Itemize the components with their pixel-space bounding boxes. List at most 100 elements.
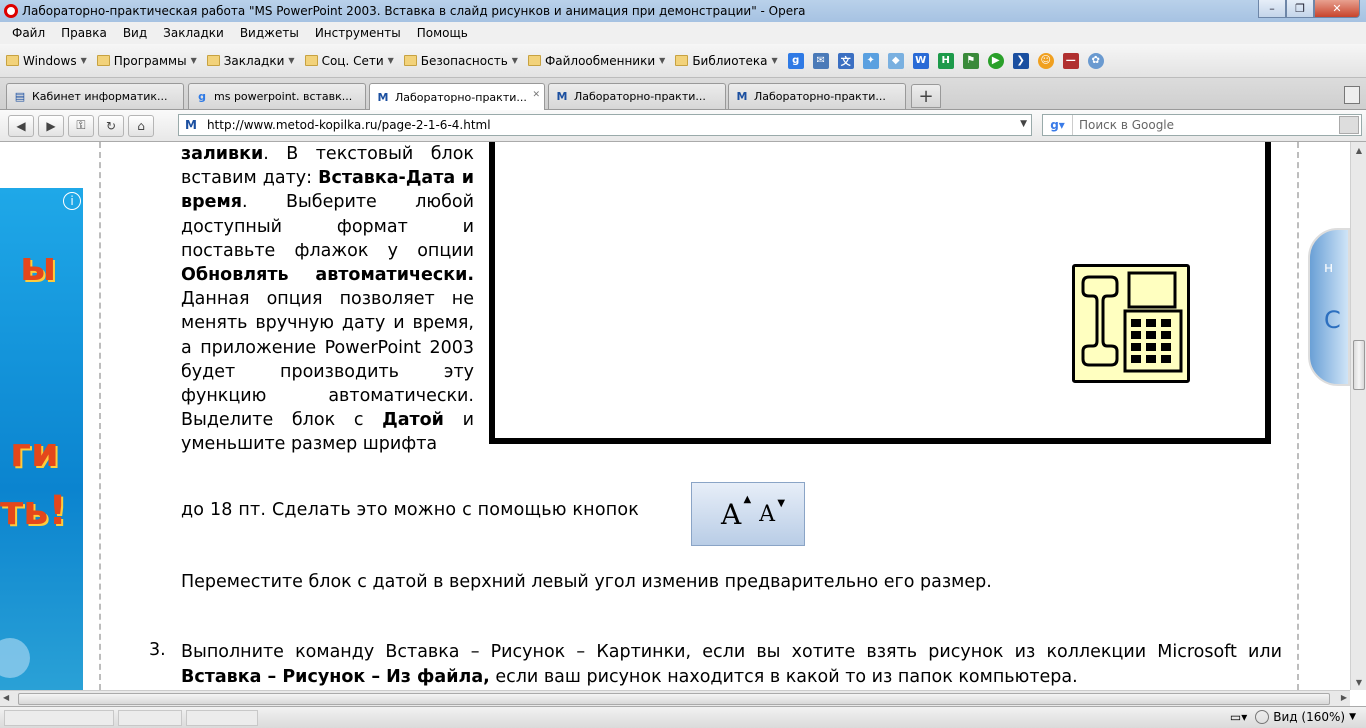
move-block-instruction: Переместите блок с датой в верхний левый… <box>181 572 992 592</box>
google-icon: g <box>198 90 206 103</box>
forward-button[interactable]: ▶ <box>38 114 64 137</box>
vertical-scrollbar[interactable]: ▲ ▼ <box>1350 142 1366 690</box>
horizontal-scrollbar[interactable]: ◀ ▶ <box>0 690 1350 706</box>
navigation-bar: ◀ ▶ ⚿ ↻ ⌂ M http://www.metod-kopilka.ru/… <box>0 110 1366 142</box>
page-content: i ы ги ть! заливки. В текстовый блок вст… <box>0 142 1350 690</box>
status-bar: ▭▾ Вид (160%) ▼ <box>0 706 1366 728</box>
minimize-button[interactable]: – <box>1258 0 1286 18</box>
bookmark-folder-social[interactable]: Соц. Сети ▼ <box>304 54 394 68</box>
maximize-button[interactable]: ❐ <box>1286 0 1314 18</box>
document-icon: ▤ <box>14 90 26 103</box>
horizontal-scroll-thumb[interactable] <box>18 693 1330 705</box>
window-titlebar: Лабораторно-практическая работа "MS Powe… <box>0 0 1366 22</box>
folder-icon <box>675 55 689 66</box>
h-bookmark-icon[interactable]: H <box>937 52 954 69</box>
menu-edit[interactable]: Правка <box>61 26 107 40</box>
arrow-bookmark-icon[interactable]: ❯ <box>1012 52 1029 69</box>
folder-icon <box>403 55 417 66</box>
tab-bar: ▤ Кабинет информатик... g ms powerpoint.… <box>0 78 1366 110</box>
reload-button[interactable]: ↻ <box>98 114 124 137</box>
scroll-down-icon[interactable]: ▼ <box>1351 674 1366 690</box>
back-button[interactable]: ◀ <box>8 114 34 137</box>
mail-bookmark-icon[interactable]: ✉ <box>812 52 829 69</box>
bookmark-folder-library[interactable]: Библиотека ▼ <box>675 54 778 68</box>
left-dashed-border <box>99 142 101 690</box>
dropdown-arrow-icon: ▼ <box>190 56 197 65</box>
flower-bookmark-icon[interactable]: ✿ <box>1087 52 1104 69</box>
vertical-scroll-thumb[interactable] <box>1353 340 1365 390</box>
play-bookmark-icon[interactable]: ▶ <box>987 52 1004 69</box>
metod-kopilka-icon: M <box>556 90 568 103</box>
line-bookmark-icon[interactable]: — <box>1062 52 1079 69</box>
word-bookmark-icon[interactable]: W <box>912 52 929 69</box>
home-button[interactable]: ⌂ <box>128 114 154 137</box>
bookmark-folder-filesharing[interactable]: Файлообменники ▼ <box>527 54 665 68</box>
font-size-instruction: до 18 пт. Сделать это можно с помощью кн… <box>181 500 640 520</box>
status-panel <box>4 709 114 726</box>
trash-icon[interactable] <box>1344 86 1360 104</box>
key-icon[interactable]: ⚿ <box>68 114 94 137</box>
search-field[interactable]: g▾ Поиск в Google <box>1042 114 1362 136</box>
scroll-right-icon[interactable]: ▶ <box>1341 693 1347 702</box>
google-search-engine-icon[interactable]: g▾ <box>1043 115 1073 135</box>
folder-icon <box>304 55 318 66</box>
folder-icon <box>206 55 220 66</box>
folder-icon <box>527 55 541 66</box>
smiley-bookmark-icon[interactable]: ☺ <box>1037 52 1054 69</box>
menu-file[interactable]: Файл <box>12 26 45 40</box>
metod-kopilka-icon: M <box>736 90 748 103</box>
history-dropdown-icon[interactable]: ▼ <box>1020 119 1027 129</box>
google-bookmark-icon[interactable]: g <box>787 52 804 69</box>
advertisement-banner[interactable]: i ы ги ть! <box>0 188 83 690</box>
folder-icon <box>96 55 110 66</box>
menu-view[interactable]: Вид <box>123 26 147 40</box>
scroll-up-icon[interactable]: ▲ <box>1351 142 1366 158</box>
dropdown-arrow-icon: ▼ <box>80 56 87 65</box>
site-favicon-icon: M <box>185 118 197 132</box>
menu-widgets[interactable]: Виджеты <box>240 26 299 40</box>
zoom-control[interactable]: ▭▾ Вид (160%) ▼ <box>1230 710 1356 724</box>
right-dashed-border <box>1297 142 1299 690</box>
menu-help[interactable]: Помощь <box>417 26 468 40</box>
window-title: Лабораторно-практическая работа "MS Powe… <box>22 4 806 18</box>
bookmarks-bar: Windows ▼ Программы ▼ Закладки ▼ Соц. Сети ▼… <box>0 44 1366 78</box>
address-field[interactable]: M http://www.metod-kopilka.ru/page-2-1-6… <box>178 114 1032 136</box>
bookmark-folder-programs[interactable]: Программы ▼ <box>96 54 197 68</box>
menu-bookmarks[interactable]: Закладки <box>163 26 224 40</box>
menu-tools[interactable]: Инструменты <box>315 26 401 40</box>
tab-2[interactable]: g ms powerpoint. вставк... <box>188 83 366 109</box>
bookmark-folder-windows[interactable]: Windows ▼ <box>6 54 87 68</box>
tab-5[interactable]: M Лабораторно-практи... <box>728 83 906 109</box>
metod-kopilka-icon: M <box>377 90 389 104</box>
zoom-dropdown-icon[interactable]: ▼ <box>1349 712 1356 722</box>
view-options-icon[interactable]: ▭▾ <box>1230 710 1247 724</box>
dropdown-arrow-icon: ▼ <box>387 56 394 65</box>
tab-4[interactable]: M Лабораторно-практи... <box>548 83 726 109</box>
translate-bookmark-icon[interactable]: 文 <box>837 52 854 69</box>
scroll-left-icon[interactable]: ◀ <box>3 693 9 702</box>
dropdown-arrow-icon: ▼ <box>511 56 518 65</box>
tab-1[interactable]: ▤ Кабинет информатик... <box>6 83 184 109</box>
star-bookmark-icon[interactable]: ✦ <box>862 52 879 69</box>
close-tab-icon[interactable]: ✕ <box>532 90 540 100</box>
zoom-level: Вид (160%) <box>1273 710 1346 724</box>
search-go-icon[interactable] <box>1339 116 1359 134</box>
drop-bookmark-icon[interactable]: ◆ <box>887 52 904 69</box>
info-icon[interactable]: i <box>63 192 81 210</box>
tab-3-active[interactable]: M Лабораторно-практи... ✕ <box>369 83 545 110</box>
zoom-icon <box>1255 710 1270 724</box>
list-item-number: 3. <box>149 640 166 660</box>
side-widget-button[interactable]: н С <box>1308 228 1350 386</box>
status-panel <box>186 709 258 726</box>
telephone-clipart-icon <box>1072 264 1190 383</box>
font-size-buttons-image: A ▲ A ▼ <box>691 482 805 546</box>
new-tab-button[interactable]: + <box>911 84 941 108</box>
close-button[interactable]: ✕ <box>1314 0 1360 18</box>
flag-bookmark-icon[interactable]: ⚑ <box>962 52 979 69</box>
opera-logo-icon <box>4 4 18 18</box>
bookmark-folder-security[interactable]: Безопасность ▼ <box>403 54 518 68</box>
dropdown-arrow-icon: ▼ <box>288 56 295 65</box>
bookmark-folder-bookmarks[interactable]: Закладки ▼ <box>206 54 295 68</box>
grow-font-icon: A ▲ <box>720 493 752 531</box>
bubble-decoration <box>0 638 30 678</box>
